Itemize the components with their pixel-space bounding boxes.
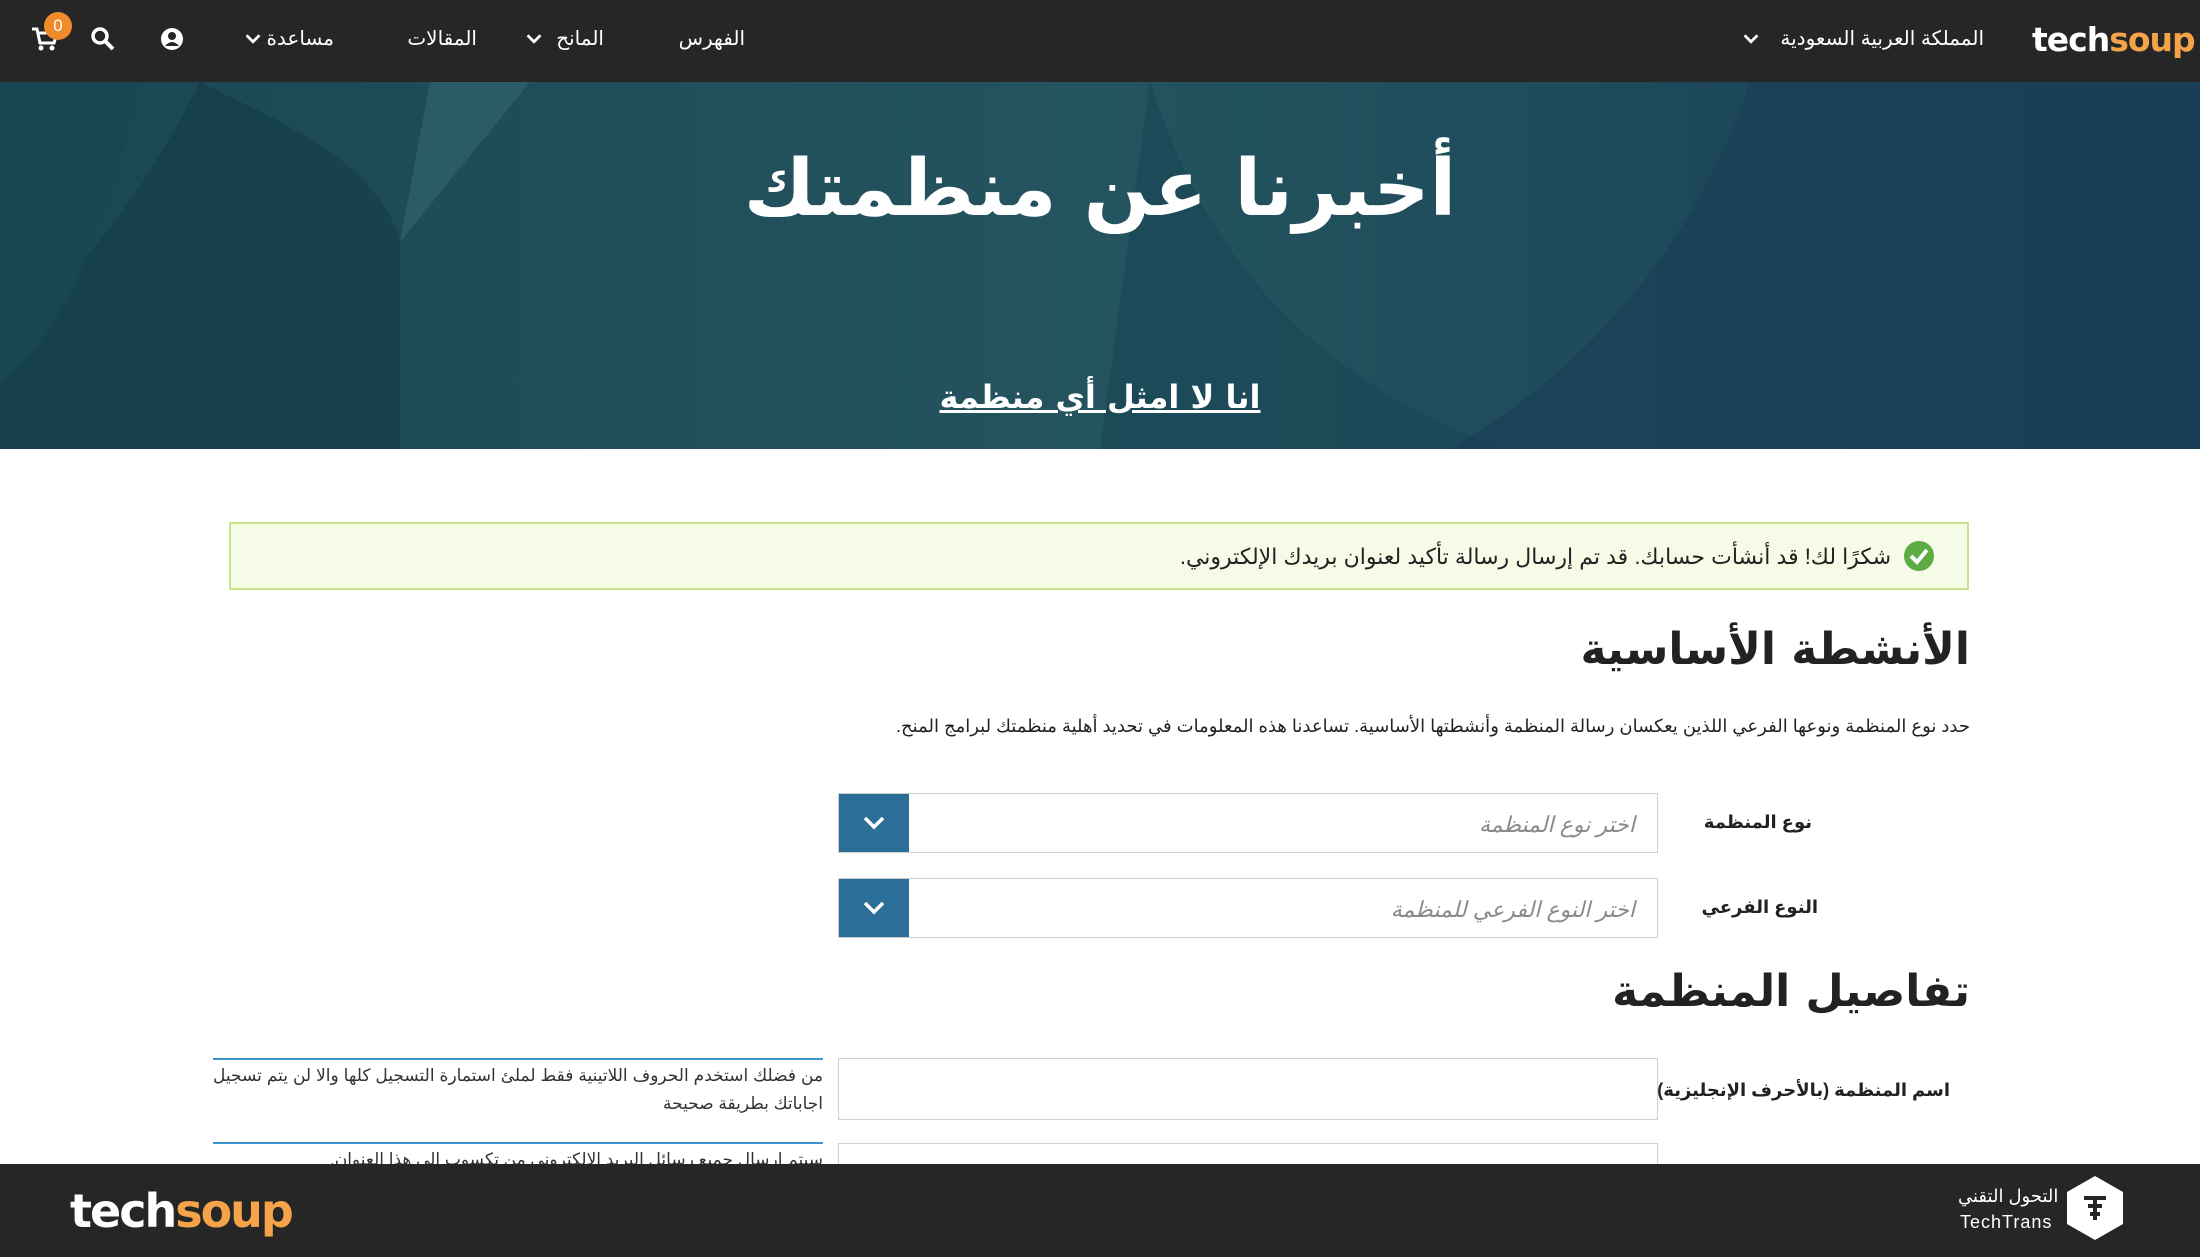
org-type-dropdown-button[interactable]	[839, 794, 909, 852]
techtrans-arabic-text: التحول التقني	[1958, 1186, 2059, 1206]
grants-chevron-down-icon[interactable]	[523, 28, 545, 50]
check-circle-icon	[1904, 541, 1934, 571]
footer: techsoup التحول التقني TechTrans	[0, 1164, 2200, 1257]
top-nav: techsoup المملكة العربية السعودية الفهرس…	[0, 0, 2200, 82]
subtype-dropdown-button[interactable]	[839, 879, 909, 937]
logo-soup-text: soup	[2109, 20, 2195, 59]
core-activities-heading: الأنشطة الأساسية	[1580, 624, 1970, 675]
footer-logo-tech-text: tech	[70, 1184, 177, 1238]
cart-count-badge: 0	[44, 12, 72, 40]
alert-message: شكرًا لك! قد أنشأت حسابك. قد تم إرسال رس…	[1179, 544, 1891, 569]
techtrans-english-text: TechTrans	[1960, 1212, 2053, 1232]
subtype-label: النوع الفرعي	[1701, 897, 1818, 917]
chevron-down-icon	[863, 816, 885, 830]
region-chevron-down-icon[interactable]	[1740, 28, 1762, 50]
hero-banner: أخبرنا عن منظمتك انا لا امثل أي منظمة	[0, 82, 2200, 449]
org-type-label: نوع المنظمة	[1703, 812, 1812, 832]
core-activities-description: حدد نوع المنظمة ونوعها الفرعي اللذين يعك…	[896, 716, 1970, 736]
org-details-heading: تفاصيل المنظمة	[1612, 966, 1970, 1017]
org-name-help-text: من فضلك استخدم الحروف اللاتينية فقط لملئ…	[213, 1058, 823, 1118]
search-icon[interactable]	[88, 24, 118, 54]
org-type-placeholder: اختر نوع المنظمة	[1478, 812, 1635, 837]
help-chevron-down-icon[interactable]	[242, 28, 264, 50]
not-represent-org-link[interactable]: انا لا امثل أي منظمة	[0, 378, 2200, 416]
nav-grants[interactable]: المانح	[556, 26, 604, 51]
footer-techsoup-logo[interactable]: techsoup	[70, 1184, 294, 1238]
chevron-down-icon	[863, 901, 885, 915]
account-icon[interactable]	[157, 24, 187, 54]
org-name-input[interactable]	[838, 1058, 1658, 1120]
techsoup-logo[interactable]: techsoup	[2032, 20, 2196, 59]
region-selector-label[interactable]: المملكة العربية السعودية	[1780, 26, 1984, 51]
org-type-select[interactable]: اختر نوع المنظمة	[838, 793, 1658, 853]
footer-logo-soup-text: soup	[175, 1184, 294, 1238]
logo-tech-text: tech	[2032, 20, 2110, 59]
nav-help[interactable]: مساعدة	[266, 26, 334, 51]
techtrans-logo-icon	[2067, 1176, 2123, 1240]
page-title: أخبرنا عن منظمتك	[743, 144, 1457, 234]
nav-articles[interactable]: المقالات	[407, 26, 477, 51]
org-name-label: اسم المنظمة (بالأحرف الإنجليزية)	[1657, 1080, 1950, 1100]
subtype-select[interactable]: اختر النوع الفرعي للمنظمة	[838, 878, 1658, 938]
subtype-placeholder: اختر النوع الفرعي للمنظمة	[1390, 897, 1635, 922]
success-alert: شكرًا لك! قد أنشأت حسابك. قد تم إرسال رس…	[229, 522, 1969, 590]
nav-catalog[interactable]: الفهرس	[679, 26, 745, 51]
